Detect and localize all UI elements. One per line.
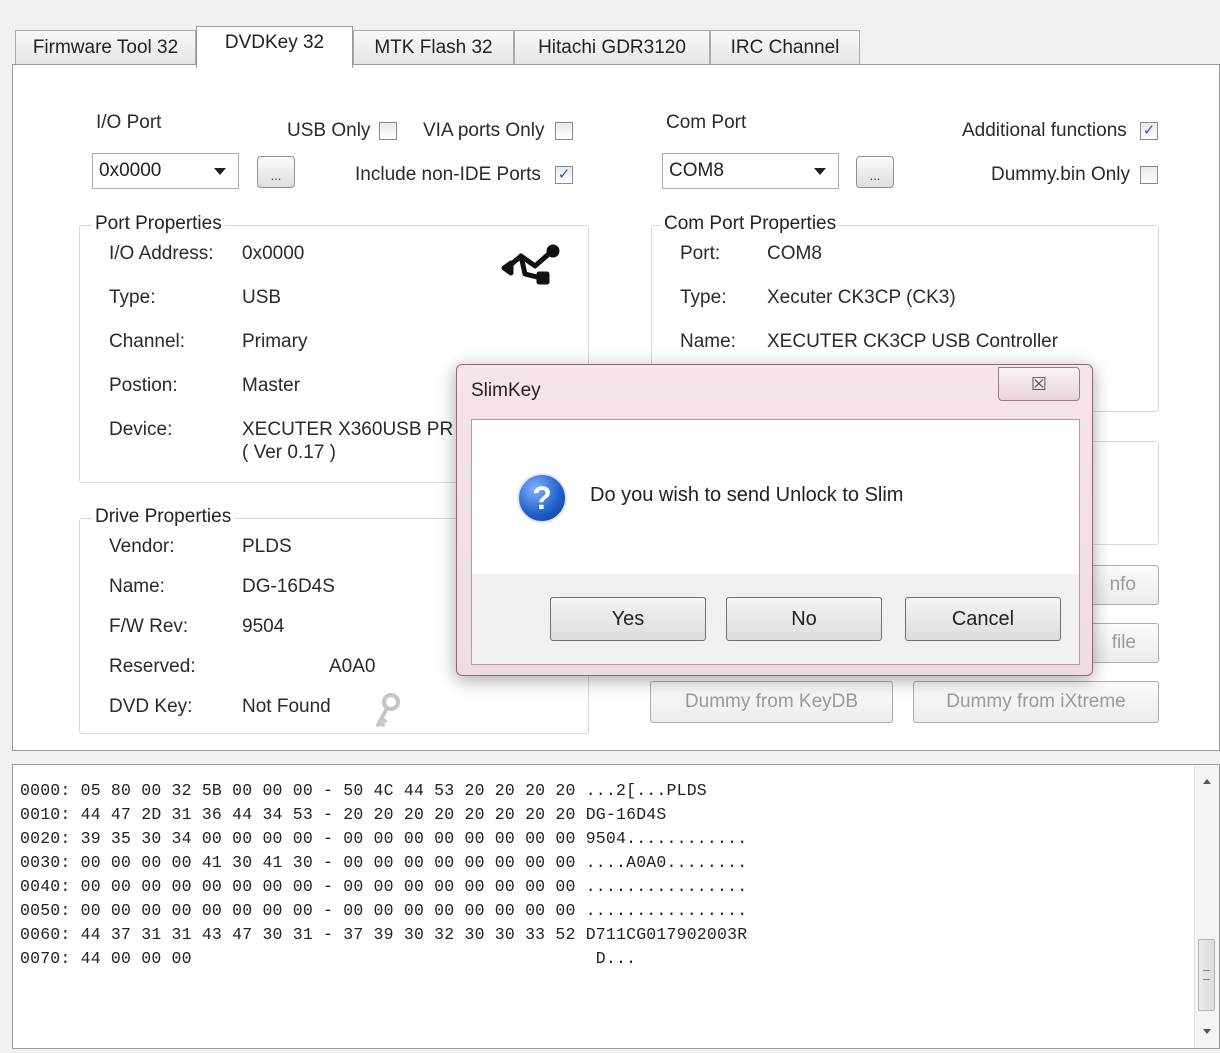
hex-line: 0040: 00 00 00 00 00 00 00 00 - 00 00 00…: [20, 877, 748, 896]
usb-icon: [501, 244, 560, 285]
chevron-down-icon: [214, 167, 226, 175]
scroll-down-icon[interactable]: [1203, 1029, 1211, 1034]
close-icon: ☒: [1030, 373, 1048, 394]
hex-line: 0030: 00 00 00 00 41 30 41 30 - 00 00 00…: [20, 853, 748, 872]
question-icon: ?: [517, 473, 567, 523]
yes-button[interactable]: Yes: [550, 597, 706, 641]
name-label: Name:: [109, 576, 165, 597]
no-button[interactable]: No: [726, 597, 882, 641]
dvd-key-value: Not Found: [242, 696, 331, 717]
dialog-body: ? Do you wish to send Unlock to Slim Yes…: [471, 419, 1080, 665]
io-port-value: 0x0000: [99, 160, 162, 181]
additional-functions-label: Additional functions: [962, 120, 1127, 141]
com-type-label: Type:: [680, 287, 727, 308]
close-button[interactable]: ☒: [998, 367, 1080, 401]
additional-functions-checkbox[interactable]: ✓: [1140, 122, 1158, 140]
com-port-row-label: Port:: [680, 243, 721, 264]
tab-irc-channel[interactable]: IRC Channel: [710, 30, 860, 64]
hex-line: 0050: 00 00 00 00 00 00 00 00 - 00 00 00…: [20, 901, 748, 920]
usb-only-label: USB Only: [287, 120, 371, 141]
type-label: Type:: [109, 287, 156, 308]
dummy-keydb-button[interactable]: Dummy from KeyDB: [650, 681, 893, 723]
vendor-label: Vendor:: [109, 536, 175, 557]
device-label: Device:: [109, 419, 173, 440]
include-non-ide-label: Include non-IDE Ports: [355, 164, 541, 185]
com-port-label: Com Port: [666, 112, 747, 133]
com-port-row-value: COM8: [767, 243, 822, 264]
position-label: Postion:: [109, 375, 178, 396]
hex-line: 0020: 39 35 30 34 00 00 00 00 - 00 00 00…: [20, 829, 748, 848]
position-value: Master: [242, 375, 301, 396]
io-port-select[interactable]: 0x0000: [92, 153, 239, 189]
reserved-value: A0A0: [329, 656, 376, 677]
io-address-value: 0x0000: [242, 243, 305, 264]
channel-value: Primary: [242, 331, 308, 352]
com-type-value: Xecuter CK3CP (CK3): [767, 287, 956, 308]
slimkey-dialog: SlimKey ☒ ? Do you wish to send Unlock t…: [456, 364, 1093, 676]
tab-firmware-tool[interactable]: Firmware Tool 32: [15, 30, 196, 64]
vendor-value: PLDS: [242, 536, 292, 557]
tab-dvdkey[interactable]: DVDKey 32: [196, 26, 353, 68]
via-only-label: VIA ports Only: [423, 120, 545, 141]
device-value: XECUTER X360USB PR: [242, 419, 454, 440]
hex-line: 0070: 44 00 00 00 D...: [20, 949, 637, 968]
scroll-up-icon[interactable]: [1203, 779, 1211, 784]
com-port-select[interactable]: COM8: [662, 153, 839, 189]
scroll-thumb[interactable]: [1198, 939, 1215, 1011]
reserved-label: Reserved:: [109, 656, 196, 677]
io-address-label: I/O Address:: [109, 243, 214, 264]
key-icon: [376, 693, 400, 727]
com-port-value: COM8: [669, 160, 724, 181]
right-group: [1083, 441, 1159, 545]
chevron-down-icon: [814, 167, 826, 175]
cancel-button[interactable]: Cancel: [905, 597, 1061, 641]
tab-hitachi[interactable]: Hitachi GDR3120: [514, 30, 710, 64]
com-name-value: XECUTER CK3CP USB Controller: [767, 331, 1059, 352]
dummy-bin-checkbox[interactable]: [1140, 166, 1158, 184]
usb-only-checkbox[interactable]: [379, 122, 397, 140]
hex-line: 0000: 05 80 00 32 5B 00 00 00 - 50 4C 44…: [20, 781, 707, 800]
device-version: ( Ver 0.17 ): [242, 442, 336, 463]
drive-properties-title: Drive Properties: [92, 506, 235, 528]
hex-dump-box[interactable]: 0000: 05 80 00 32 5B 00 00 00 - 50 4C 44…: [12, 764, 1220, 1049]
name-value: DG-16D4S: [242, 576, 335, 597]
dialog-message: Do you wish to send Unlock to Slim: [590, 484, 904, 506]
channel-label: Channel:: [109, 331, 186, 352]
dialog-title: SlimKey: [471, 380, 541, 401]
include-non-ide-checkbox[interactable]: ✓: [555, 166, 573, 184]
io-browse-button[interactable]: ...: [257, 156, 295, 188]
dummy-bin-label: Dummy.bin Only: [991, 164, 1131, 185]
via-only-checkbox[interactable]: [555, 122, 573, 140]
hex-line: 0060: 44 37 31 31 43 47 30 31 - 37 39 30…: [20, 925, 748, 944]
scrollbar[interactable]: [1194, 765, 1219, 1048]
com-name-label: Name:: [680, 331, 736, 352]
fw-rev-value: 9504: [242, 616, 285, 637]
dummy-ixtreme-button[interactable]: Dummy from iXtreme: [913, 681, 1159, 723]
hex-line: 0010: 44 47 2D 31 36 44 34 53 - 20 20 20…: [20, 805, 667, 824]
fw-rev-label: F/W Rev:: [109, 616, 189, 637]
dialog-footer: Yes No Cancel: [472, 574, 1079, 664]
tab-mtk-flash[interactable]: MTK Flash 32: [353, 30, 514, 64]
port-properties-title: Port Properties: [92, 213, 225, 235]
io-port-label: I/O Port: [96, 112, 162, 133]
dvd-key-label: DVD Key:: [109, 696, 193, 717]
com-browse-button[interactable]: ...: [856, 156, 894, 188]
com-port-properties-title: Com Port Properties: [661, 213, 840, 235]
grip-icon: [1203, 970, 1210, 980]
type-value: USB: [242, 287, 282, 308]
